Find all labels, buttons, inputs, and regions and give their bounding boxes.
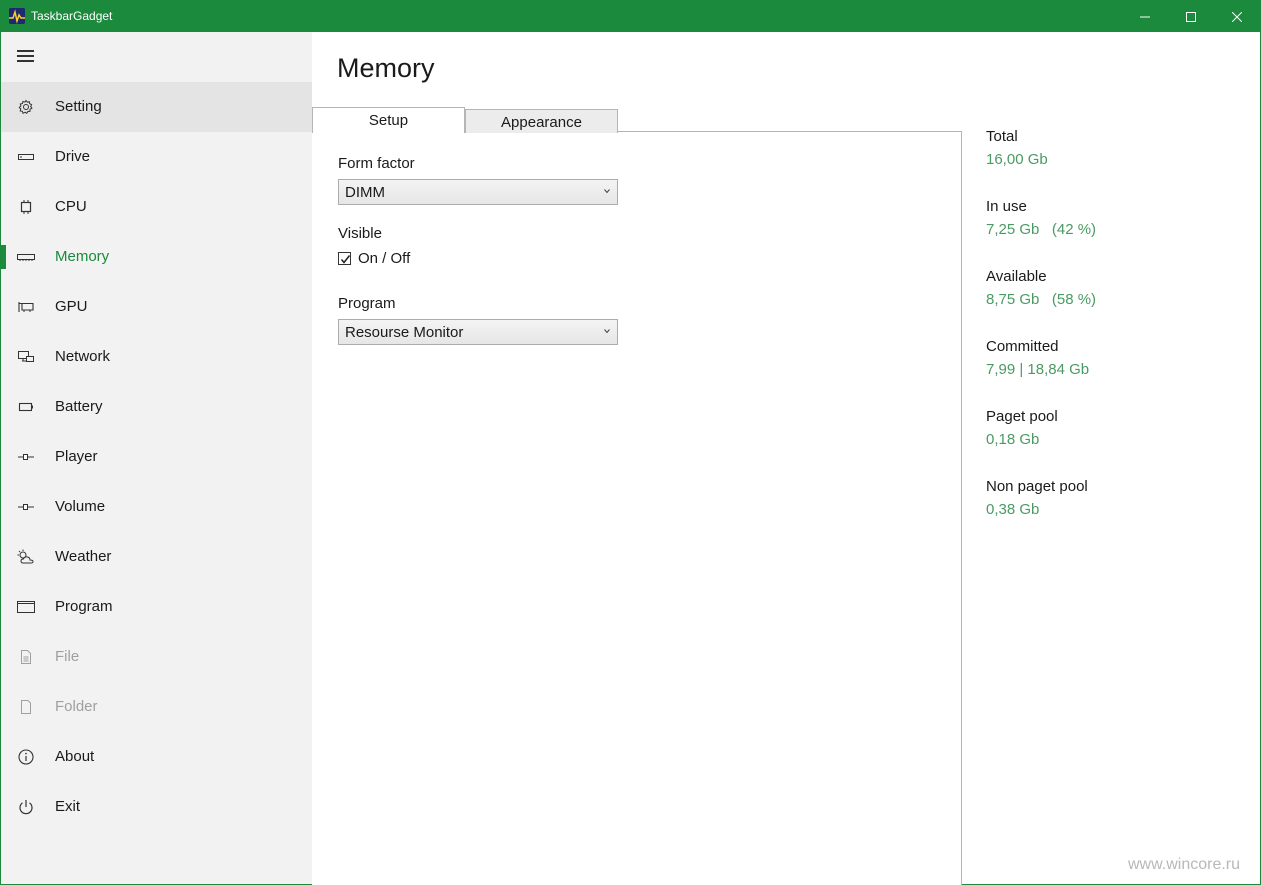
sidebar-item-file[interactable]: File [1,632,312,682]
sidebar-item-drive[interactable]: Drive [1,132,312,182]
gpu-icon [17,298,35,316]
sidebar-item-about[interactable]: About [1,732,312,782]
sidebar-item-network[interactable]: Network [1,332,312,382]
maximize-button[interactable] [1168,1,1214,32]
power-icon [17,798,35,816]
drive-icon [17,148,35,166]
form-factor-dropdown[interactable]: DIMM [338,179,618,205]
close-icon [1232,11,1242,22]
close-button[interactable] [1214,1,1260,32]
app-window: TaskbarGadget Setting Drive CPU Memory G… [0,0,1261,885]
app-logo-icon [9,8,25,24]
form-factor-value: DIMM [345,184,385,201]
chevron-down-icon [604,329,610,334]
stat-committed-value: 7,99 | 18,84 Gb [986,361,1090,378]
sidebar-item-label: Battery [55,398,103,415]
file-icon [17,648,35,666]
page-title: Memory [337,53,435,83]
stat-in-use-value: 7,25 Gb (42 %) [986,221,1097,238]
sidebar-item-label: Player [55,448,98,465]
sidebar-item-label: Folder [55,698,98,715]
stat-total-value: 16,00 Gb [986,151,1048,168]
visible-toggle[interactable]: On / Off [338,249,410,267]
window-icon [17,598,35,616]
watermark: www.wincore.ru [1128,856,1241,873]
info-icon [17,748,35,766]
cpu-icon [17,198,35,216]
stat-total-label: Total [986,128,1018,145]
program-value: Resourse Monitor [345,324,464,341]
sidebar-item-label: About [55,748,95,765]
folder-icon [17,698,35,716]
sidebar-item-label: Weather [55,548,112,565]
sidebar-item-label: Setting [55,98,102,115]
stat-non-paget-pool-label: Non paget pool [986,478,1088,495]
sidebar-item-label: Drive [55,148,91,165]
sidebar-item-label: CPU [55,198,87,215]
sidebar-item-player[interactable]: Player [1,432,312,482]
battery-icon [17,398,35,416]
checkmark-icon [340,254,351,264]
sidebar-item-label: Exit [55,798,81,815]
sidebar-item-cpu[interactable]: CPU [1,182,312,232]
stat-committed-label: Committed [986,338,1059,355]
sidebar-item-setting[interactable]: Setting [1,82,312,132]
minimize-icon [1140,16,1150,17]
stat-paget-pool-value: 0,18 Gb [986,431,1040,448]
sidebar-item-weather[interactable]: Weather [1,532,312,582]
sidebar-item-label: GPU [55,298,88,315]
weather-icon [17,548,35,566]
visible-label: Visible [338,225,382,242]
title-bar[interactable]: TaskbarGadget [1,1,1260,32]
sidebar-item-folder[interactable]: Folder [1,682,312,732]
form-factor-label: Form factor [338,155,415,172]
stat-paget-pool-label: Paget pool [986,408,1058,425]
program-label: Program [338,295,396,312]
setup-panel [312,131,962,885]
sidebar-item-label: Program [55,598,113,615]
window-title: TaskbarGadget [31,9,113,23]
stat-in-use-label: In use [986,198,1027,215]
sidebar-item-label: Network [55,348,111,365]
tab-setup[interactable]: Setup [312,107,465,133]
visible-checkbox-label: On / Off [358,249,411,267]
sidebar: Setting Drive CPU Memory GPU Network Bat… [1,32,312,884]
sidebar-item-label: Volume [55,498,106,515]
minimize-button[interactable] [1122,1,1168,32]
stat-non-paget-pool-value: 0,38 Gb [986,501,1040,518]
slider-icon [17,448,35,466]
program-dropdown[interactable]: Resourse Monitor [338,319,618,345]
maximize-icon [1186,11,1196,22]
network-icon [17,348,35,366]
sidebar-item-battery[interactable]: Battery [1,382,312,432]
slider-icon [17,498,35,516]
sidebar-item-exit[interactable]: Exit [1,782,312,832]
tab-appearance[interactable]: Appearance [465,109,618,133]
active-indicator [1,245,6,269]
sidebar-item-program[interactable]: Program [1,582,312,632]
memory-icon [17,248,35,266]
gear-icon [17,98,35,116]
visible-checkbox[interactable] [338,251,351,265]
sidebar-item-label: File [55,648,80,665]
hamburger-menu-icon[interactable] [17,49,35,63]
stat-available-label: Available [986,268,1047,285]
sidebar-item-gpu[interactable]: GPU [1,282,312,332]
sidebar-item-label: Memory [55,248,110,265]
stat-available-value: 8,75 Gb (58 %) [986,291,1097,308]
chevron-down-icon [604,189,610,194]
sidebar-item-volume[interactable]: Volume [1,482,312,532]
sidebar-item-memory[interactable]: Memory [1,232,312,282]
